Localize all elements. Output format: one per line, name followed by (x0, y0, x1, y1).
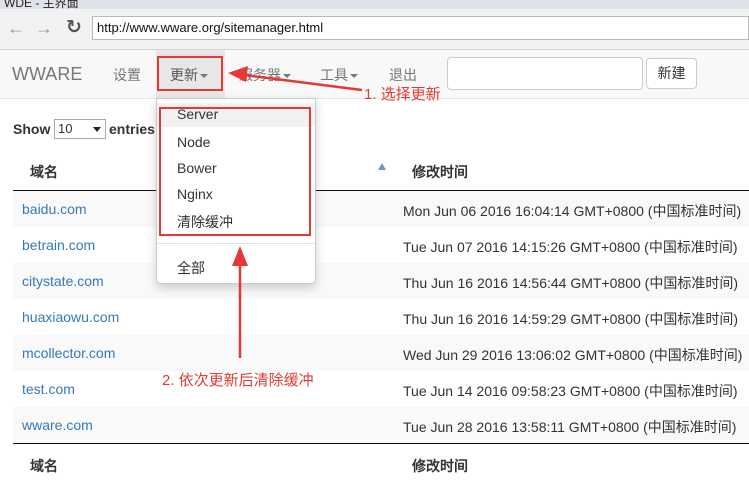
annotation-step1: 1. 选择更新 (364, 86, 441, 103)
annotation-arrows (228, 66, 363, 358)
annotation-step2: 2. 依次更新后清除缓冲 (162, 372, 314, 389)
annotation-arrow-step1 (228, 66, 363, 92)
annotation-arrow-step2 (232, 246, 248, 358)
